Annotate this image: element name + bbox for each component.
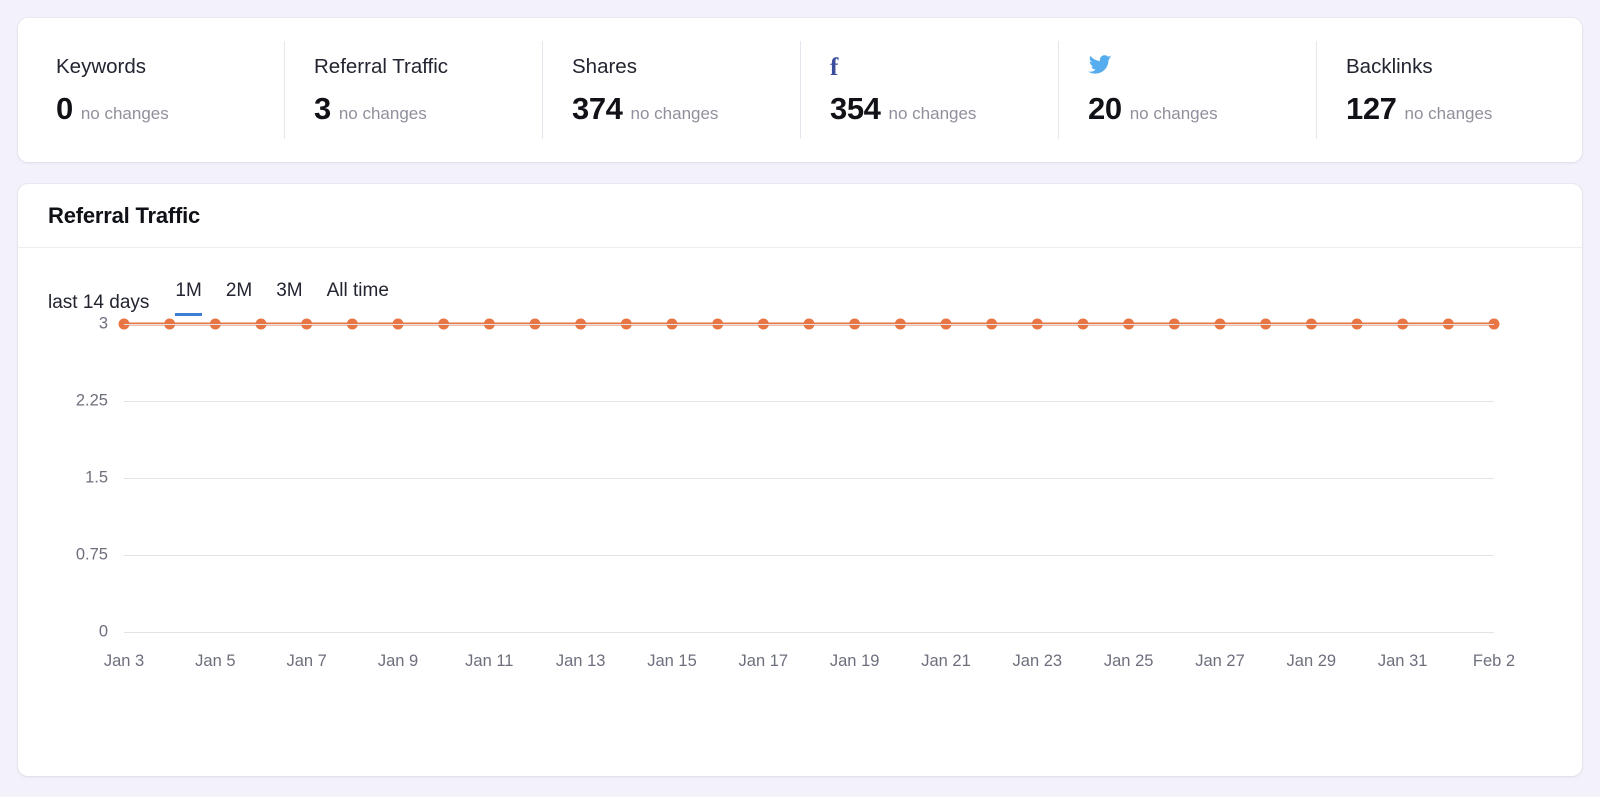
gridline bbox=[124, 632, 1494, 633]
tab-3m[interactable]: 3M bbox=[276, 278, 302, 316]
tab-2m[interactable]: 2M bbox=[226, 278, 252, 316]
gridline bbox=[124, 324, 1494, 325]
page-title: Referral Traffic bbox=[48, 202, 201, 228]
x-axis-tick-label: Jan 9 bbox=[377, 652, 419, 670]
x-axis-tick-label: Jan 11 bbox=[465, 652, 514, 670]
stat-delta: no changes bbox=[1404, 104, 1493, 123]
stat-label: Keywords bbox=[56, 54, 147, 78]
line-series-svg bbox=[118, 318, 1500, 330]
x-axis-tick-label: Jan 23 bbox=[1012, 652, 1063, 670]
chart-body: last 14 days 1M 2M 3M All time 3 2.25 1.5 0… bbox=[18, 248, 1582, 776]
range-label: last 14 days bbox=[48, 292, 150, 313]
stat-value-row: 3 no changes bbox=[314, 93, 542, 124]
stat-value: 127 bbox=[1346, 91, 1397, 126]
stat-label: Backlinks bbox=[1346, 54, 1433, 78]
stat-label: Shares bbox=[572, 54, 637, 78]
stat-shares: Shares 374 no changes bbox=[542, 41, 800, 139]
x-axis-tick-label: Jan 27 bbox=[1195, 652, 1245, 670]
facebook-icon: f bbox=[830, 53, 839, 81]
stat-delta: no changes bbox=[80, 104, 169, 123]
stats-summary-card: Keywords 0 no changes Referral Traffic 3… bbox=[18, 18, 1582, 162]
stat-label: Referral Traffic bbox=[314, 54, 449, 78]
stat-value-row: 354 no changes bbox=[830, 93, 1058, 124]
y-axis-tick-label: 1.5 bbox=[85, 468, 108, 487]
referral-traffic-card: Referral Traffic last 14 days 1M 2M 3M A… bbox=[18, 184, 1582, 776]
x-axis-tick-label: Jan 7 bbox=[286, 652, 327, 670]
x-axis-tick-label: Jan 25 bbox=[1103, 652, 1154, 670]
chart-plot-wrapper: 3 2.25 1.5 0.75 0 Jan 3 Jan 5 Jan 7 Jan 9 Jan 11 J… bbox=[48, 315, 1552, 684]
x-axis-tick-label: Jan 5 bbox=[195, 652, 236, 670]
x-axis-tick-label: Jan 17 bbox=[738, 652, 789, 670]
y-axis-tick-label: 2.25 bbox=[75, 391, 108, 410]
x-axis-tick-label: Feb 2 bbox=[1472, 652, 1516, 670]
gridline bbox=[124, 478, 1494, 479]
stat-value-row: 374 no changes bbox=[572, 93, 800, 124]
y-axis-tick-label: 0.75 bbox=[75, 545, 108, 564]
tab-1m[interactable]: 1M bbox=[175, 278, 202, 316]
chart-header: Referral Traffic bbox=[18, 184, 1582, 248]
stat-backlinks: Backlinks 127 no changes bbox=[1316, 41, 1574, 139]
tab-all-time[interactable]: All time bbox=[327, 278, 389, 316]
x-axis-tick-label: Jan 15 bbox=[647, 652, 697, 670]
stat-delta: no changes bbox=[1129, 104, 1218, 123]
stat-delta: no changes bbox=[630, 104, 719, 123]
stat-value: 374 bbox=[572, 91, 623, 126]
x-axis-tick-label: Jan 19 bbox=[829, 652, 880, 670]
stat-referral-traffic: Referral Traffic 3 no changes bbox=[284, 41, 542, 139]
stat-value-row: 20 no changes bbox=[1088, 93, 1316, 124]
gridline bbox=[124, 401, 1494, 402]
range-tab-bar: last 14 days 1M 2M 3M All time bbox=[48, 248, 1552, 316]
stat-value-row: 127 no changes bbox=[1346, 93, 1574, 124]
y-axis-tick-label: 0 bbox=[98, 622, 108, 641]
x-axis-tick-label: Jan 13 bbox=[555, 652, 606, 670]
stat-value: 0 bbox=[56, 91, 73, 126]
stat-value-row: 0 no changes bbox=[56, 93, 284, 124]
stat-keywords: Keywords 0 no changes bbox=[26, 41, 284, 139]
stat-value: 354 bbox=[830, 91, 881, 126]
stat-delta: no changes bbox=[888, 104, 977, 123]
x-axis-tick-label: Jan 3 bbox=[103, 652, 145, 670]
stat-value: 20 bbox=[1088, 91, 1122, 126]
x-axis-tick-label: Jan 21 bbox=[921, 652, 971, 670]
twitter-icon bbox=[1088, 54, 1112, 80]
stat-label-icon: f bbox=[830, 53, 1058, 81]
stat-facebook-shares: f 354 no changes bbox=[800, 41, 1058, 139]
stat-delta: no changes bbox=[338, 104, 427, 123]
gridline bbox=[124, 555, 1494, 556]
y-axis-tick-label: 3 bbox=[98, 314, 108, 333]
x-axis-tick-label: Jan 29 bbox=[1286, 652, 1337, 670]
stat-label-icon bbox=[1088, 54, 1316, 80]
page-root: Keywords 0 no changes Referral Traffic 3… bbox=[0, 0, 1600, 797]
x-axis-tick-label: Jan 31 bbox=[1377, 652, 1428, 670]
stat-twitter-shares: 20 no changes bbox=[1058, 41, 1316, 139]
stat-value: 3 bbox=[314, 91, 331, 126]
chart-plot-area: 3 2.25 1.5 0.75 0 Jan 3 Jan 5 Jan 7 Jan 9 Jan 11 J… bbox=[76, 315, 1515, 671]
